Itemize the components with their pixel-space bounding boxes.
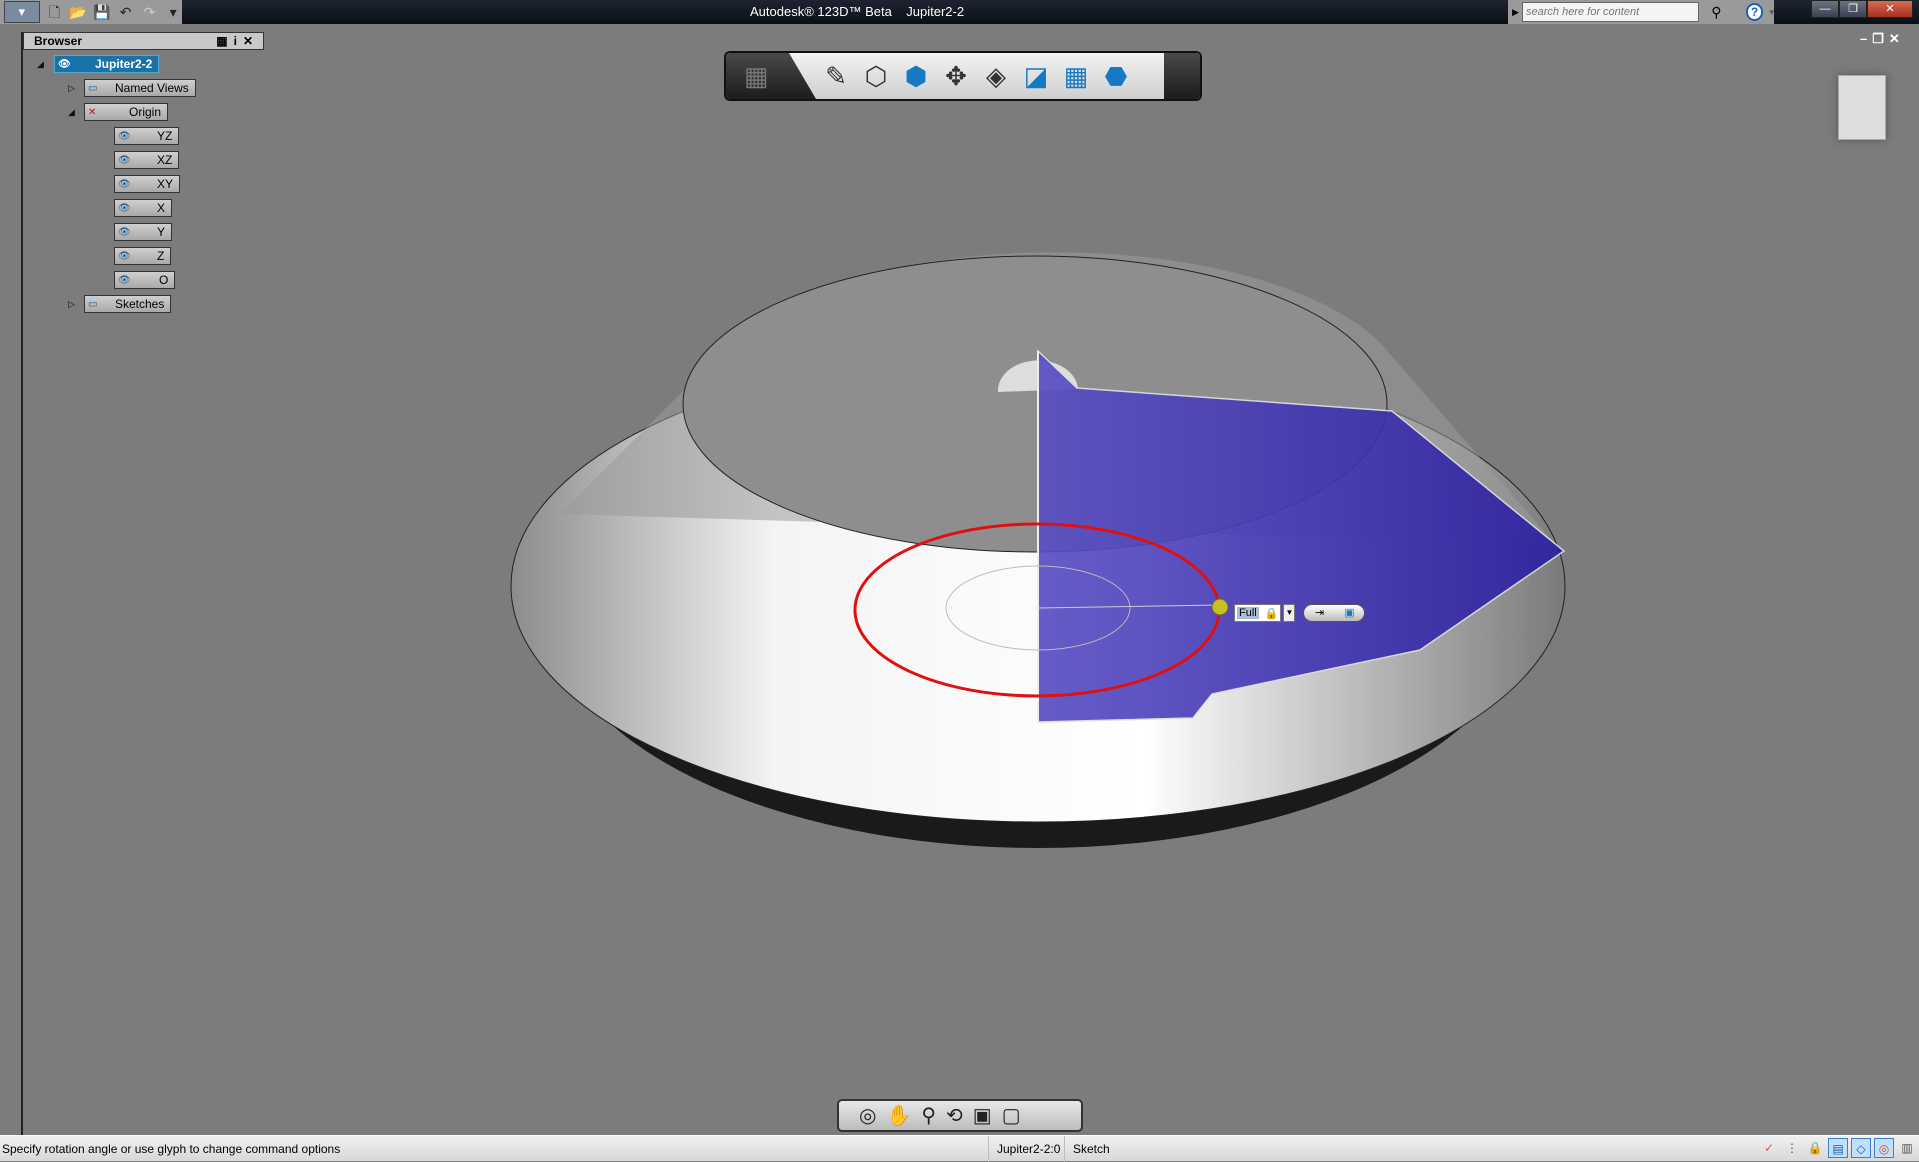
undo-icon[interactable]: ↶: [117, 3, 135, 21]
check-icon[interactable]: ✓: [1759, 1138, 1779, 1158]
application-menu-button[interactable]: ▾: [4, 1, 40, 23]
tree-item-z[interactable]: 👁 Z: [114, 247, 172, 265]
tree-item-xz[interactable]: 👁 XZ: [114, 151, 180, 169]
zoom-icon[interactable]: ⚲: [921, 1103, 936, 1128]
title-bar: ▾ 🗋 📂 💾 ↶ ↷ ▾ Autodesk® 123D™ Beta Jupit…: [0, 0, 1919, 24]
minimize-icon[interactable]: –: [1860, 31, 1872, 46]
window-title: Autodesk® 123D™ Beta Jupiter2-2: [750, 4, 965, 19]
restore-icon[interactable]: ❐: [1872, 31, 1889, 46]
close-button[interactable]: ✕: [1867, 0, 1913, 18]
calculator-icon[interactable]: ▦: [216, 34, 233, 48]
command-prompt: Specify rotation angle or use glyph to c…: [2, 1142, 341, 1156]
close-icon[interactable]: ✕: [243, 34, 259, 48]
minimize-button[interactable]: —: [1811, 0, 1839, 18]
new-icon[interactable]: 🗋: [46, 3, 64, 21]
browser-header: Browser ▦i✕: [23, 32, 264, 50]
expand-arrow-icon[interactable]: ▶: [1512, 7, 1519, 18]
group-icon[interactable]: ⬣: [1096, 61, 1136, 92]
eye-icon[interactable]: 👁: [118, 153, 134, 167]
eye-icon[interactable]: 👁: [118, 177, 134, 191]
command-options: Full 🔒 ▼ ⇥ ▣: [1234, 604, 1366, 622]
open-icon[interactable]: 📂: [69, 3, 87, 21]
expand-icon[interactable]: ▷: [68, 83, 75, 94]
extrude-icon[interactable]: ⬢: [896, 61, 936, 92]
tree-item-o[interactable]: 👁 O: [114, 271, 176, 289]
view-cube-icon[interactable]: ▢: [1002, 1103, 1021, 1128]
tree-item-sketches[interactable]: ▭ Sketches: [84, 295, 172, 313]
eye-icon[interactable]: 👁: [118, 225, 134, 239]
quick-access-toolbar: ▾ 🗋 📂 💾 ↶ ↷ ▾: [0, 0, 182, 24]
orbit-icon[interactable]: ⟲: [946, 1103, 963, 1128]
object-snap-icon[interactable]: ◎: [1874, 1138, 1894, 1158]
eye-icon[interactable]: 👁: [118, 201, 134, 215]
app-cube-icon[interactable]: ▦: [726, 53, 816, 99]
search-input[interactable]: [1522, 2, 1700, 22]
extent-select[interactable]: Full 🔒: [1234, 604, 1282, 622]
binoculars-icon[interactable]: ⚲: [1711, 4, 1721, 21]
transform-icon[interactable]: ✥: [936, 61, 976, 92]
output-glyph-icon[interactable]: ▣: [1334, 605, 1364, 621]
folder-icon: ▭: [88, 83, 98, 94]
modify-icon[interactable]: ◈: [976, 61, 1016, 92]
eye-icon[interactable]: 👁: [118, 129, 134, 143]
pattern-icon[interactable]: ▦: [1056, 61, 1096, 92]
info-icon[interactable]: i: [234, 34, 243, 48]
rotation-handle[interactable]: [1211, 598, 1229, 616]
restore-button[interactable]: ❐: [1839, 0, 1867, 18]
combine-icon[interactable]: ◪: [1016, 61, 1056, 92]
grid-icon[interactable]: ⋮: [1782, 1138, 1802, 1158]
viewcube[interactable]: [1838, 75, 1886, 140]
steering-wheel-icon[interactable]: ◎: [859, 1103, 876, 1128]
help-dropdown-icon[interactable]: ▾: [1769, 7, 1774, 18]
navigation-bar: ◎ ✋ ⚲ ⟲ ▣ ▢: [837, 1099, 1083, 1132]
mode-indicator: Sketch: [1064, 1136, 1110, 1162]
browser-title: Browser: [34, 34, 83, 48]
tree-item-y[interactable]: 👁 Y: [114, 223, 173, 241]
folder-icon: ▭: [88, 299, 98, 310]
look-at-icon[interactable]: ▣: [973, 1103, 992, 1128]
save-icon[interactable]: 💾: [93, 3, 111, 21]
tree-item-yz[interactable]: 👁 YZ: [114, 127, 180, 145]
redo-icon[interactable]: ↷: [141, 3, 159, 21]
main-toolbar: ▦ ✎ ⬡ ⬢ ✥ ◈ ◪ ▦ ⬣: [724, 51, 1202, 101]
tree-item-xy[interactable]: 👁 XY: [114, 175, 181, 193]
sketch-pencil-icon[interactable]: ✎: [816, 61, 856, 92]
viewport-controls: –❐✕: [1860, 31, 1905, 47]
eye-icon[interactable]: 👁: [118, 273, 134, 287]
tree-root[interactable]: 👁 Jupiter2-2: [54, 55, 160, 73]
eye-icon[interactable]: 👁: [58, 57, 74, 71]
extent-dropdown-icon[interactable]: ▼: [1283, 604, 1296, 622]
layout-icon[interactable]: ▤: [1828, 1138, 1848, 1158]
close-icon[interactable]: ✕: [1889, 31, 1905, 46]
lock-icon[interactable]: 🔒: [1265, 607, 1279, 620]
expand-icon[interactable]: ▷: [68, 299, 75, 310]
tree-item-x[interactable]: 👁 X: [114, 199, 173, 217]
lock-icon[interactable]: 🔒: [1805, 1138, 1825, 1158]
primitives-cube-icon[interactable]: ⬡: [856, 61, 896, 92]
help-icon[interactable]: ?: [1745, 3, 1764, 21]
document-name: Jupiter2-2:0: [988, 1136, 1060, 1162]
tree-item-named-views[interactable]: ▭ Named Views: [84, 79, 196, 97]
snap-icon[interactable]: ◇: [1851, 1138, 1871, 1158]
viewport-3d[interactable]: [0, 24, 1919, 1134]
direction-glyph-icon[interactable]: ⇥: [1304, 605, 1334, 621]
tree-item-origin[interactable]: ✕ Origin: [84, 103, 169, 121]
toolbar-end: [1164, 53, 1200, 99]
panel-icon[interactable]: ▥: [1897, 1138, 1917, 1158]
customize-dropdown-icon[interactable]: ▾: [164, 3, 182, 21]
collapse-icon[interactable]: ◢: [68, 107, 75, 118]
collapse-icon[interactable]: ◢: [37, 59, 44, 70]
search-area: ▶ ⚲ ? ▾: [1508, 0, 1774, 24]
eye-icon[interactable]: 👁: [118, 249, 134, 263]
status-bar: Specify rotation angle or use glyph to c…: [0, 1135, 1919, 1162]
pan-icon[interactable]: ✋: [886, 1103, 911, 1128]
hidden-eye-icon[interactable]: ✕: [88, 105, 104, 119]
browser-panel: Browser ▦i✕ ◢ 👁 Jupiter2-2 ▷ ▭ Named Views …: [21, 32, 264, 1140]
